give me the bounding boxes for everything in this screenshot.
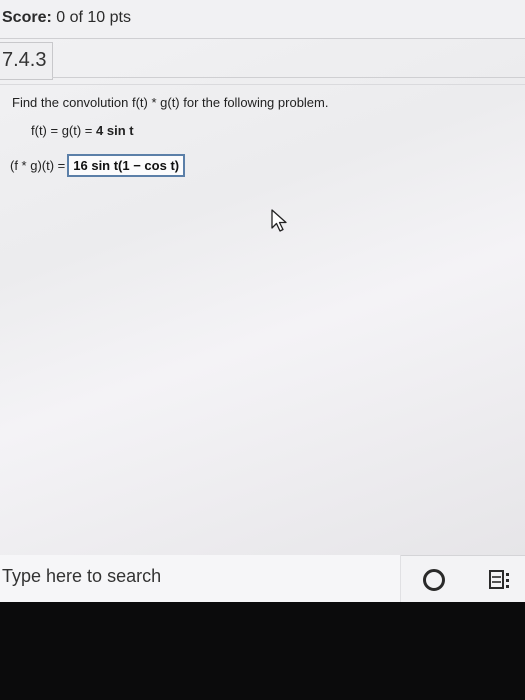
question-prompt: Find the convolution f(t) * g(t) for the… (12, 95, 329, 110)
header-divider (52, 77, 525, 78)
given-functions: f(t) = g(t) = 4 sin t (31, 123, 134, 138)
task-view-icon[interactable] (488, 568, 512, 592)
score-display: Score: 0 of 10 pts (2, 9, 131, 27)
score-label: Score: (2, 9, 52, 26)
given-prefix: f(t) = g(t) = (31, 123, 97, 138)
score-value: 0 of 10 pts (56, 9, 131, 26)
given-value: 4 sin t (96, 123, 134, 138)
cortana-icon[interactable] (423, 569, 445, 591)
monitor-bezel (0, 602, 525, 700)
section-number: 7.4.3 (2, 49, 47, 71)
answer-input[interactable]: 16 sin t(1 − cos t) (67, 153, 186, 177)
answer-label: (f * g)(t) = (10, 157, 66, 173)
taskbar-search-placeholder: Type here to search (2, 566, 162, 586)
mouse-pointer-icon (271, 209, 287, 232)
browser-screen: Score: 0 of 10 pts 7.4.3 Find the convol… (0, 0, 525, 602)
content-divider (0, 84, 525, 85)
answer-row: (f * g)(t) = 16 sin t(1 − cos t) (10, 153, 186, 177)
answer-value: 16 sin t(1 − cos t) (73, 157, 180, 173)
